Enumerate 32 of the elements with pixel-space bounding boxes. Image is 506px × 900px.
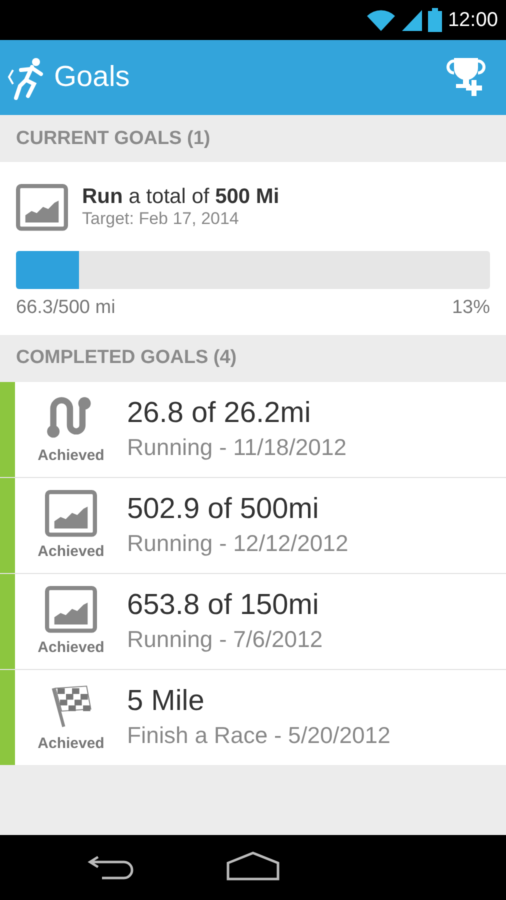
goal-subtitle: Running - 7/6/2012 <box>127 626 323 654</box>
goal-target: Target: Feb 17, 2014 <box>82 209 240 230</box>
goal-title: 653.8 of 150mi <box>127 589 320 622</box>
goal-row[interactable]: Achieved 502.9 of 500mi Running - 12/12/2012 <box>0 476 506 573</box>
goal-subtitle: Finish a Race - 5/20/2012 <box>127 722 390 750</box>
add-goal-button[interactable] <box>446 56 486 99</box>
achieved-label: Achieved <box>38 447 104 464</box>
section-header: COMPLETED GOALS (4) <box>15 346 238 370</box>
chart-icon <box>45 490 97 538</box>
clock-time: 12:00 <box>448 8 498 32</box>
back-button[interactable] <box>6 56 46 100</box>
chart-icon <box>45 586 97 634</box>
goal-title: Run a total of 500 Mi <box>82 185 280 210</box>
battery-icon <box>428 8 442 32</box>
goal-row[interactable]: Achieved 5 Mile Finish a Race - 5/20/2012 <box>0 668 506 765</box>
achieved-label: Achieved <box>38 735 104 752</box>
signal-icon <box>402 8 422 32</box>
wifi-icon <box>366 8 396 32</box>
progress-text: 66.3/500 mi <box>16 296 116 319</box>
goal-title: 5 Mile <box>127 685 206 718</box>
goal-title: 502.9 of 500mi <box>127 493 320 526</box>
screen-title: Goals <box>54 61 131 94</box>
goal-subtitle: Running - 11/18/2012 <box>127 434 347 462</box>
achieved-label: Achieved <box>38 639 104 656</box>
progress-percent: 13% <box>452 296 490 319</box>
goal-title: 26.8 of 26.2mi <box>127 397 312 430</box>
goal-row[interactable]: Achieved 653.8 of 150mi Running - 7/6/2012 <box>0 572 506 669</box>
section-header: CURRENT GOALS (1) <box>15 126 212 150</box>
goal-subtitle: Running - 12/12/2012 <box>127 530 348 558</box>
achieved-label: Achieved <box>38 543 104 560</box>
goal-row[interactable]: Achieved 26.8 of 26.2mi Running - 11/18/2012 <box>0 382 506 477</box>
chart-icon <box>16 184 68 231</box>
